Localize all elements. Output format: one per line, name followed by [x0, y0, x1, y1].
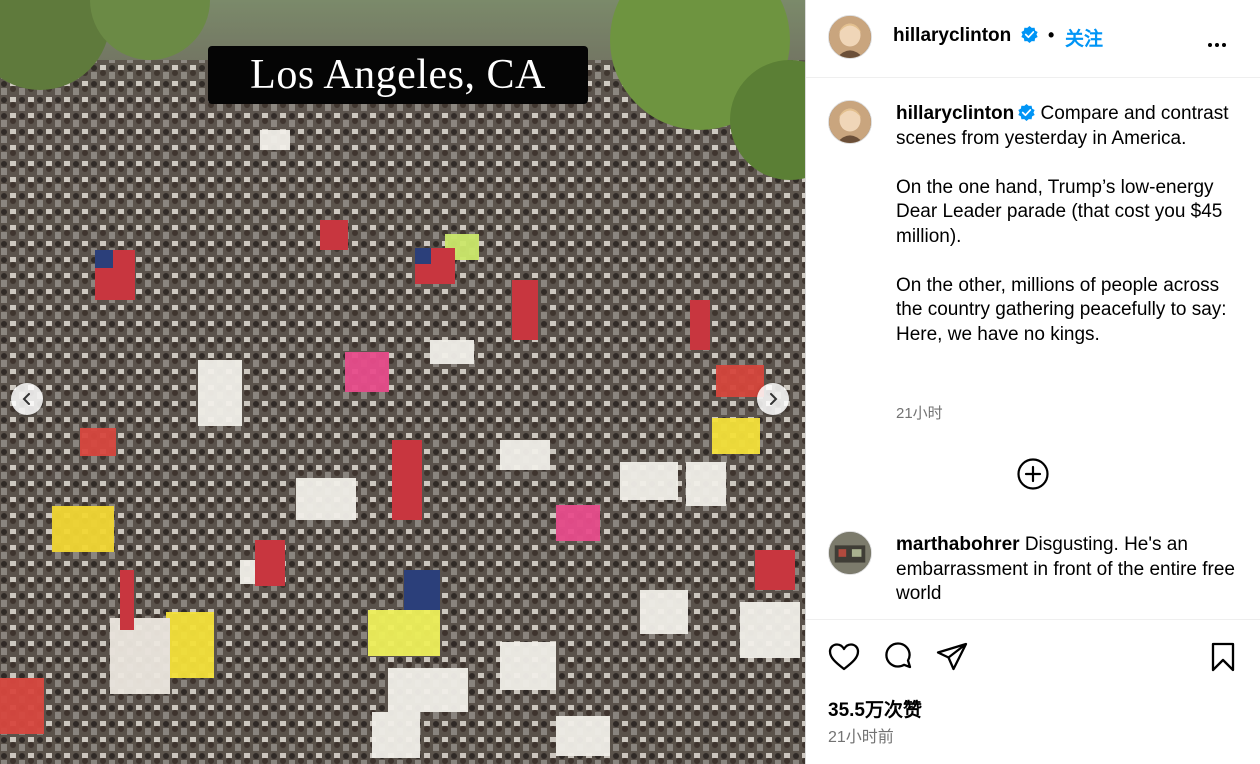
- send-icon: [936, 642, 968, 671]
- location-caption-text: Los Angeles, CA: [250, 52, 546, 98]
- avatar-image: [829, 532, 871, 574]
- load-more-comments-button[interactable]: [1016, 457, 1050, 491]
- location-caption: Los Angeles, CA: [208, 46, 588, 104]
- chevron-right-icon: [770, 393, 778, 405]
- previous-image-button[interactable]: [11, 383, 43, 415]
- comment-icon: [885, 642, 912, 669]
- share-button[interactable]: [935, 640, 969, 674]
- protest-crowd-photo: [0, 0, 805, 764]
- caption-timestamp[interactable]: 21小时: [896, 402, 943, 423]
- chevron-left-icon: [22, 393, 30, 405]
- author-username: hillaryclinton: [893, 25, 1012, 46]
- verified-badge-icon: [1020, 26, 1038, 43]
- caption-text: hillaryclinton Compare and contrast scen…: [896, 102, 1236, 347]
- post-actions: 35.5万次赞 21小时前: [806, 619, 1260, 764]
- bookmark-icon: [1211, 642, 1235, 672]
- heart-icon: [828, 643, 860, 671]
- author-username-link[interactable]: hillaryclinton: [893, 25, 1038, 47]
- caption-username[interactable]: hillaryclinton: [896, 103, 1014, 124]
- post-timestamp[interactable]: 21小时前: [828, 723, 894, 747]
- caption-author-avatar[interactable]: [828, 100, 872, 144]
- comment-text: marthabohrer Disgusting. He's an embarra…: [896, 533, 1241, 607]
- caption-paragraph: On the other, millions of people across …: [896, 274, 1227, 345]
- like-button[interactable]: [827, 640, 861, 674]
- post-header: hillaryclinton • 关注: [806, 0, 1260, 78]
- header-separator: •: [1048, 25, 1055, 45]
- post-image[interactable]: Los Angeles, CA: [0, 0, 805, 764]
- comments-section[interactable]: hillaryclinton Compare and contrast scen…: [806, 79, 1260, 619]
- caption-paragraph: On the one hand, Trump’s low-energy Dear…: [896, 176, 1223, 247]
- plus-circle-icon: [1017, 458, 1049, 490]
- comment-button[interactable]: [881, 640, 915, 674]
- avatar-image: [829, 101, 871, 143]
- save-button[interactable]: [1206, 640, 1240, 674]
- follow-button[interactable]: 关注: [1065, 24, 1103, 51]
- likes-count[interactable]: 35.5万次赞: [828, 695, 922, 722]
- avatar-image: [829, 16, 871, 58]
- post-details-panel: hillaryclinton • 关注 hillaryclinton Compa…: [805, 0, 1260, 764]
- more-options-icon[interactable]: [1208, 34, 1230, 47]
- next-image-button[interactable]: [757, 383, 789, 415]
- author-avatar[interactable]: [828, 15, 872, 59]
- commenter-avatar[interactable]: [828, 531, 872, 575]
- verified-badge-icon: [1018, 104, 1035, 121]
- commenter-username[interactable]: marthabohrer: [896, 534, 1020, 555]
